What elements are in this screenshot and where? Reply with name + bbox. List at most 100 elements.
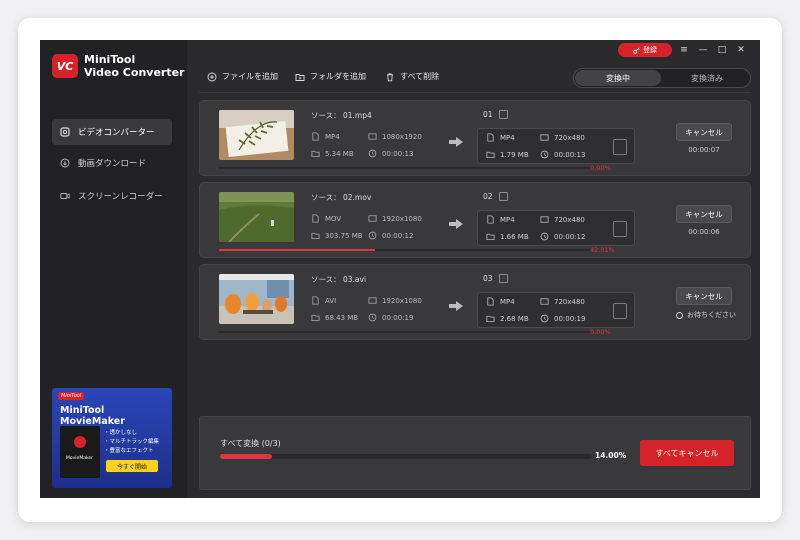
minimize-button[interactable]: — <box>696 43 710 57</box>
task-progress-fill <box>219 249 376 251</box>
sidebar-item-label: スクリーンレコーダー <box>78 192 163 202</box>
folder-icon <box>311 232 320 240</box>
key-icon <box>633 47 640 54</box>
task-progress-label: 0.00% <box>590 164 611 172</box>
download-icon <box>60 158 70 168</box>
output-format: MP4 <box>486 297 515 306</box>
overall-progress-fill <box>220 454 273 459</box>
menu-icon[interactable]: ≡ <box>677 43 691 57</box>
folder-plus-icon <box>295 73 305 81</box>
trash-icon <box>387 72 393 81</box>
resolution-icon <box>368 133 377 140</box>
source-resolution: 1920x1080 <box>368 296 422 305</box>
delete-all-button[interactable]: すべて削除 <box>385 71 439 82</box>
clock-icon <box>368 313 377 322</box>
app-brand: MiniTool Video Converter <box>84 53 184 79</box>
clock-icon <box>540 232 549 241</box>
clock-icon <box>540 150 549 159</box>
edit-icon[interactable] <box>498 274 508 283</box>
promo-feature: ・透かしなし <box>104 430 138 436</box>
login-button[interactable]: 登録 <box>618 43 672 57</box>
file-icon <box>312 214 319 223</box>
cancel-button[interactable]: キャンセル <box>676 205 732 223</box>
output-size: 2.68 MB <box>486 314 529 323</box>
convert-all-label: すべて変換 (0/3) <box>220 439 281 448</box>
source-resolution: 1920x1080 <box>368 214 422 223</box>
output-settings: MP4 720x480 2.68 MB 00:00:19 <box>477 292 635 328</box>
output-name: 01 <box>483 110 508 119</box>
tab-converted[interactable]: 変換済み <box>664 70 750 86</box>
task-progress-label: 0.00% <box>590 328 611 336</box>
source-duration: 00:00:12 <box>368 231 413 240</box>
video-thumbnail <box>219 110 294 160</box>
output-resolution: 720x480 <box>540 133 585 142</box>
output-name: 03 <box>483 274 508 283</box>
sidebar-item-screen-recorder[interactable]: スクリーンレコーダー <box>52 183 172 209</box>
brand-line-2: Video Converter <box>84 66 185 79</box>
remaining-time: 00:00:06 <box>688 228 720 236</box>
file-icon <box>312 296 319 305</box>
task-progress-bar <box>219 167 591 169</box>
source-duration: 00:00:19 <box>368 313 413 322</box>
file-icon <box>487 215 494 224</box>
arrow-right-icon <box>449 301 463 311</box>
source-size: 5.34 MB <box>311 149 354 158</box>
convert-icon <box>60 127 70 137</box>
source-filename: ソース： 02.mov <box>311 193 372 202</box>
source-filename: ソース： 03.avi <box>311 275 367 284</box>
add-folder-button[interactable]: フォルダを追加 <box>295 71 366 82</box>
output-duration: 00:00:13 <box>540 150 585 159</box>
toolbar-divider <box>199 92 751 93</box>
output-format: MP4 <box>486 215 515 224</box>
cancel-all-button[interactable]: すべてキャンセル <box>640 440 734 466</box>
output-size: 1.66 MB <box>486 232 529 241</box>
cancel-button[interactable]: キャンセル <box>676 287 732 305</box>
edit-icon[interactable] <box>498 192 508 201</box>
app-window: VC MiniTool Video Converter ビデオコンバーター 動画… <box>40 40 760 498</box>
task-progress-label: 42.01% <box>590 246 615 254</box>
edit-icon[interactable] <box>498 110 508 119</box>
source-format: AVI <box>311 296 336 305</box>
moviemaker-promo[interactable]: MiniTool MiniTool MovieMaker MovieMaker … <box>52 388 172 488</box>
sidebar-item-label: ビデオコンバーター <box>78 128 155 138</box>
clock-icon <box>540 314 549 323</box>
close-button[interactable]: ✕ <box>734 43 748 57</box>
promo-start-button[interactable]: 今すぐ開始 <box>106 460 158 472</box>
brand-line-1: MiniTool <box>84 53 136 66</box>
sidebar-item-video-download[interactable]: 動画ダウンロード <box>52 150 172 176</box>
login-label: 登録 <box>643 46 657 54</box>
output-duration: 00:00:12 <box>540 232 585 241</box>
output-settings-icon[interactable] <box>613 303 627 319</box>
task-card: ソース： 03.avi AVI 1920x1080 68.43 MB 00:00… <box>199 264 751 340</box>
promo-title: MiniTool MovieMaker <box>60 405 125 427</box>
resolution-icon <box>540 298 549 305</box>
output-resolution: 720x480 <box>540 297 585 306</box>
sidebar-item-video-converter[interactable]: ビデオコンバーター <box>52 119 172 145</box>
output-settings: MP4 720x480 1.79 MB 00:00:13 <box>477 128 635 164</box>
overall-progress-bar <box>220 454 592 459</box>
source-format: MOV <box>311 214 341 223</box>
output-settings-icon[interactable] <box>613 221 627 237</box>
video-thumbnail <box>219 274 294 324</box>
resolution-icon <box>368 215 377 222</box>
task-card: ソース： 01.mp4 MP4 1080x1920 5.34 MB 00:00:… <box>199 100 751 176</box>
folder-icon <box>311 314 320 322</box>
waiting-status: お待ちください <box>676 310 736 320</box>
maximize-button[interactable]: □ <box>715 43 729 57</box>
cancel-button[interactable]: キャンセル <box>676 123 732 141</box>
promo-badge: MiniTool <box>58 392 85 400</box>
output-duration: 00:00:19 <box>540 314 585 323</box>
convert-all-panel: すべて変換 (0/3) 14.00% すべてキャンセル <box>199 416 751 490</box>
add-file-button[interactable]: ファイルを追加 <box>207 71 278 82</box>
output-resolution: 720x480 <box>540 215 585 224</box>
output-name: 02 <box>483 192 508 201</box>
folder-icon <box>311 150 320 158</box>
task-card: ソース： 02.mov MOV 1920x1080 303.75 MB 00:0… <box>199 182 751 258</box>
source-resolution: 1080x1920 <box>368 132 422 141</box>
source-size: 303.75 MB <box>311 231 363 240</box>
output-format: MP4 <box>486 133 515 142</box>
waiting-label: お待ちください <box>687 311 736 319</box>
output-settings-icon[interactable] <box>613 139 627 155</box>
tab-converting[interactable]: 変換中 <box>575 70 661 86</box>
product-box-label: MovieMaker <box>66 456 94 461</box>
